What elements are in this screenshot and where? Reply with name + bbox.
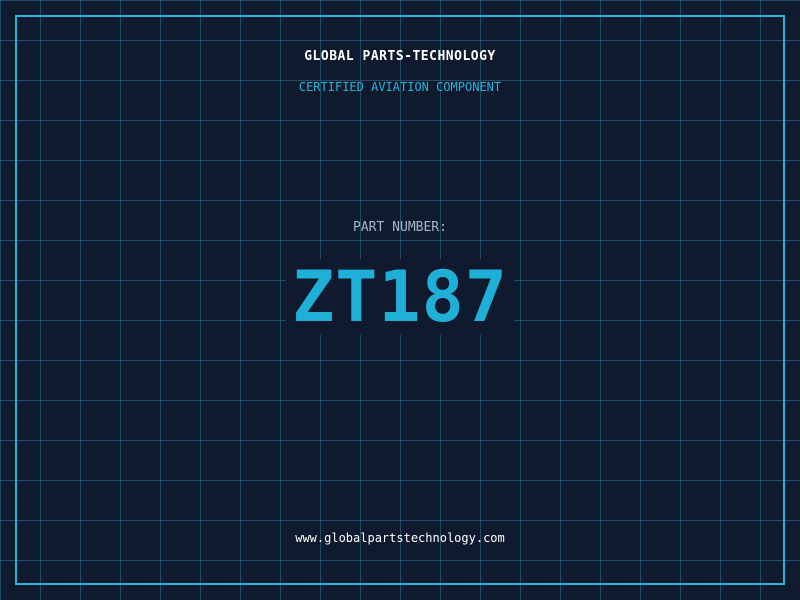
part-number-container: ZT187 bbox=[0, 259, 800, 335]
part-number-label: PART NUMBER: bbox=[353, 220, 447, 235]
tagline: CERTIFIED AVIATION COMPONENT bbox=[298, 80, 502, 94]
part-number-value: ZT187 bbox=[286, 259, 514, 335]
website-url: www.globalpartstechnology.com bbox=[295, 531, 505, 545]
part-card: GLOBAL PARTS-TECHNOLOGY CERTIFIED AVIATI… bbox=[0, 0, 800, 600]
company-name: GLOBAL PARTS-TECHNOLOGY bbox=[304, 49, 496, 64]
